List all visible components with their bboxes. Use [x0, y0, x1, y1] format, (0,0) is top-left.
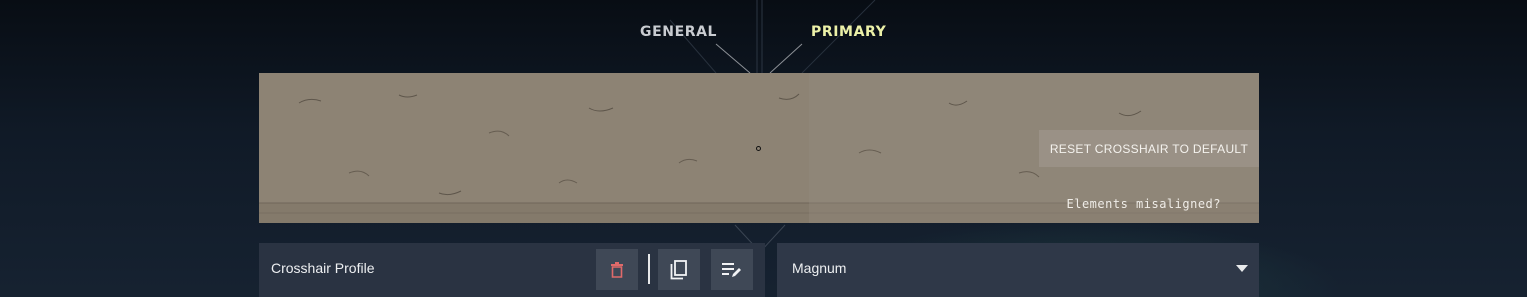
profile-select[interactable]: Magnum	[777, 243, 1259, 297]
caret-down-icon	[1236, 265, 1248, 272]
profile-label: Crosshair Profile	[271, 260, 375, 276]
crosshair-dot	[756, 146, 761, 151]
tab-general[interactable]: GENERAL	[640, 24, 717, 40]
reset-crosshair-button[interactable]: RESET CROSSHAIR TO DEFAULT	[1039, 130, 1259, 167]
profile-select-value: Magnum	[792, 260, 847, 276]
delete-profile-button[interactable]	[596, 249, 638, 290]
rename-icon	[722, 262, 741, 277]
copy-icon	[670, 259, 687, 279]
rename-profile-button[interactable]	[711, 249, 753, 290]
tab-primary[interactable]: PRIMARY	[811, 24, 886, 40]
crosshair-preview: RESET CROSSHAIR TO DEFAULT Elements misa…	[259, 73, 1259, 223]
crosshair-profile-bar: Crosshair Profile	[259, 243, 765, 297]
copy-profile-button[interactable]	[658, 249, 700, 290]
trash-icon	[611, 261, 623, 278]
elements-misaligned-link[interactable]: Elements misaligned?	[1067, 197, 1222, 211]
toolbar-divider	[648, 254, 650, 284]
